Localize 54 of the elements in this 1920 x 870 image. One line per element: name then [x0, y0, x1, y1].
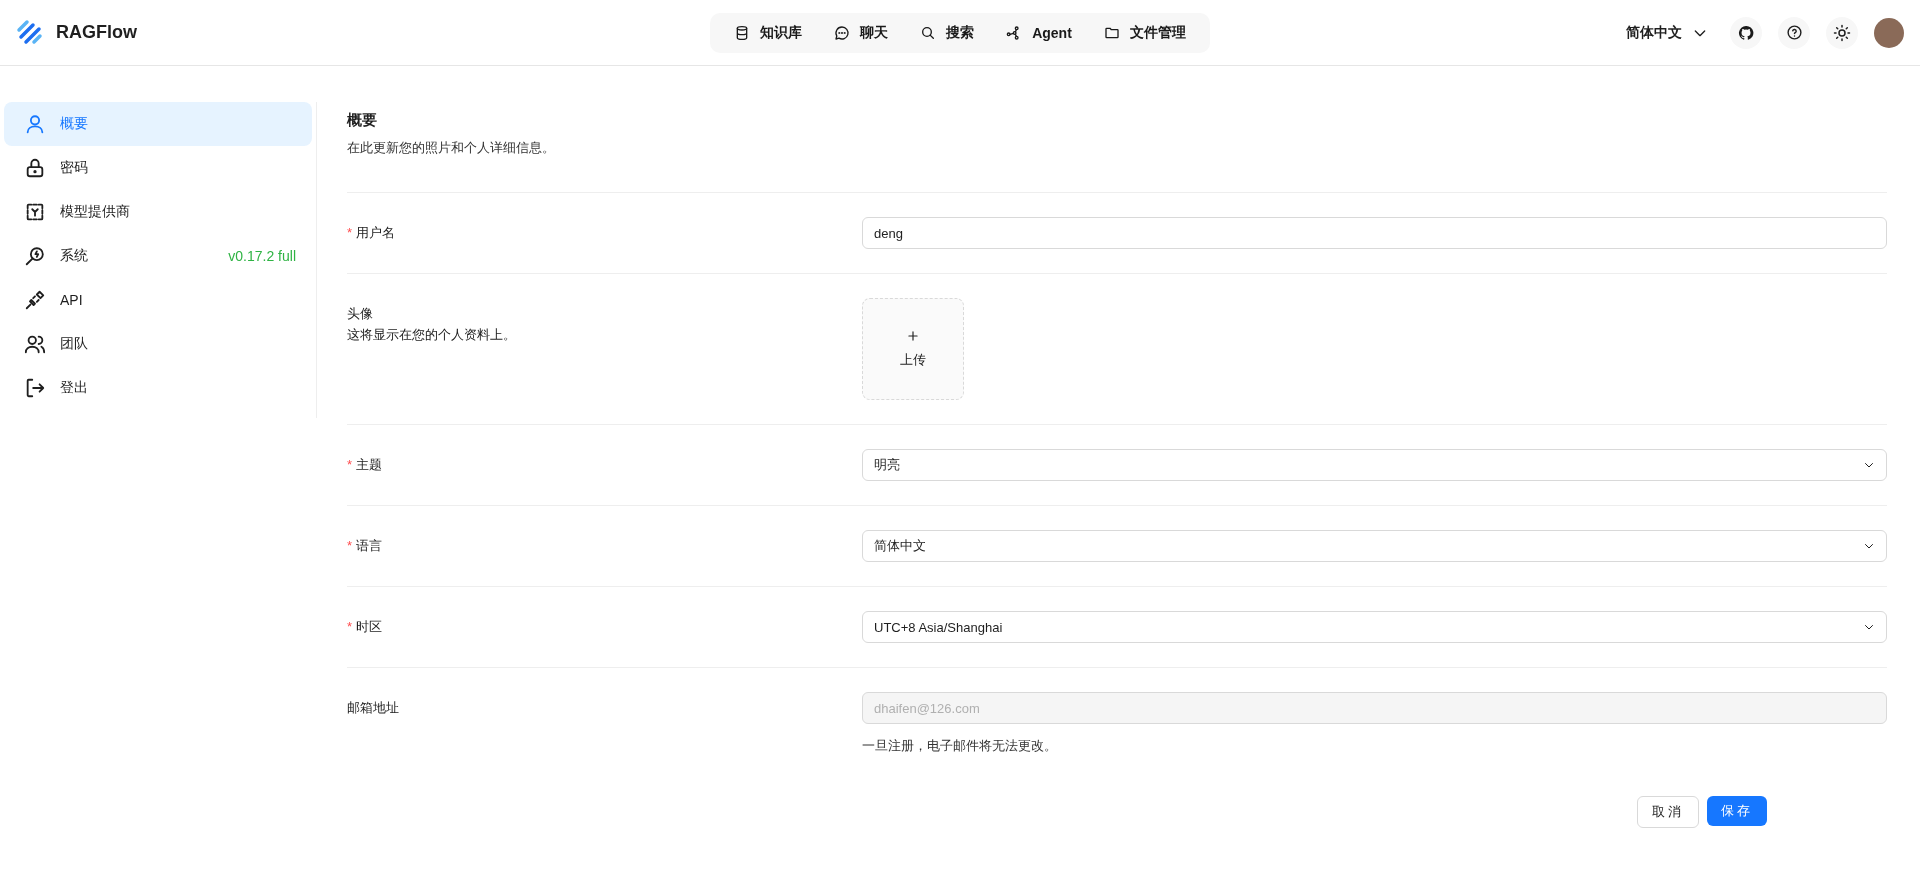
logo-icon: [16, 18, 44, 47]
language-selector[interactable]: 简体中文: [1626, 23, 1714, 42]
lock-icon: [24, 157, 46, 179]
sidebar-item[interactable]: API: [4, 278, 312, 322]
theme-toggle-button[interactable]: [1826, 16, 1858, 49]
github-icon: [1738, 24, 1754, 41]
select-field[interactable]: 明亮: [862, 449, 1887, 481]
magnifier-icon: [24, 245, 46, 267]
help-button[interactable]: [1778, 16, 1810, 49]
sun-icon: [1833, 23, 1851, 42]
field-label: 主题: [356, 457, 383, 472]
nav-tab[interactable]: 知识库: [718, 12, 819, 53]
nav-tab[interactable]: 聊天: [818, 12, 905, 53]
field-label: 语言: [356, 538, 383, 553]
help-icon: [1785, 24, 1803, 41]
field-label: 邮箱地址: [347, 700, 399, 715]
github-button[interactable]: [1730, 16, 1762, 49]
required-asterisk: *: [347, 457, 353, 472]
field-label: 用户名: [356, 225, 396, 240]
required-asterisk: *: [347, 619, 353, 634]
required-asterisk: *: [347, 538, 353, 553]
field-label: 时区: [356, 619, 383, 634]
upload-button[interactable]: 上传: [862, 298, 964, 400]
plus-icon: [906, 329, 920, 343]
app-name: RAGFlow: [56, 22, 137, 43]
nav-tab[interactable]: 文件管理: [1087, 12, 1202, 53]
cancel-button[interactable]: 取消: [1637, 796, 1699, 828]
sidebar-item[interactable]: 团队: [4, 322, 312, 366]
help-text: 一旦注册，电子邮件将无法更改。: [862, 737, 1058, 755]
sidebar-item[interactable]: 系统 v0.17.2 full: [4, 234, 312, 278]
chat-bubble-icon: [834, 24, 851, 41]
sidebar-item[interactable]: 密码: [4, 146, 312, 190]
search-icon: [920, 24, 937, 41]
user-icon: [24, 113, 46, 135]
select-field[interactable]: 简体中文: [862, 530, 1887, 562]
sidebar-item[interactable]: 模型提供商: [4, 190, 312, 234]
text-field[interactable]: deng: [862, 217, 1887, 249]
required-asterisk: *: [347, 225, 353, 240]
nav-tab[interactable]: Agent: [990, 12, 1088, 53]
field-label: 头像: [347, 306, 373, 321]
section-description: 在此更新您的照片和个人详细信息。: [347, 139, 556, 157]
select-field[interactable]: UTC+8 Asia/Shanghai: [862, 611, 1887, 643]
nav-tab[interactable]: 搜索: [904, 12, 991, 53]
sidebar-item[interactable]: 概要: [4, 102, 312, 146]
users-icon: [24, 333, 46, 355]
section-title: 概要: [347, 110, 378, 130]
dashed-frame-icon: [24, 201, 46, 223]
sidebar-item[interactable]: 登出: [4, 366, 312, 410]
logout-icon: [24, 377, 46, 399]
save-button[interactable]: 保存: [1707, 796, 1767, 826]
user-avatar[interactable]: [1874, 17, 1904, 48]
version-label: v0.17.2 full: [228, 248, 296, 264]
plug-icon: [24, 289, 46, 311]
field-description: 这将显示在您的个人资料上。: [347, 328, 517, 342]
